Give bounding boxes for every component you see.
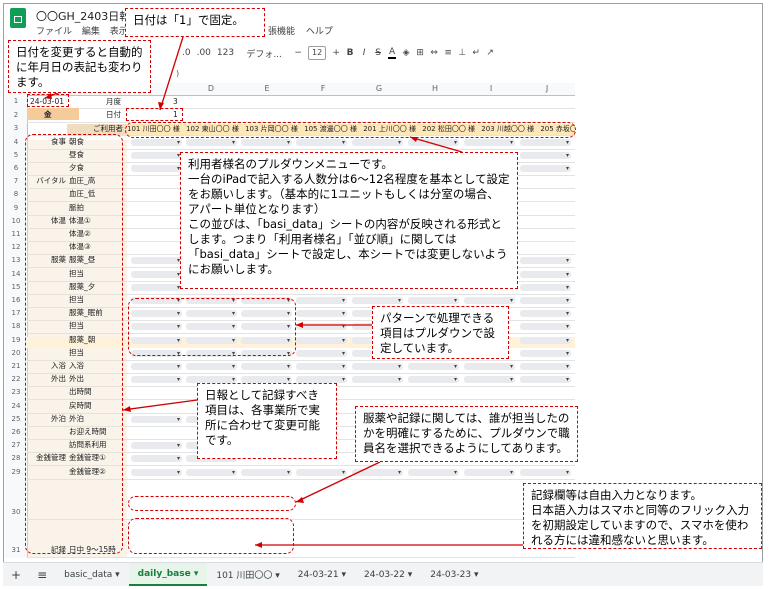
arrowhead (123, 406, 131, 412)
arrowhead (45, 93, 52, 99)
callout-items: 日報として記録すべき項目は、各事業所で実所に合わせて変更可能です。 (197, 383, 337, 459)
tab-101-kawata[interactable]: 101 川田〇〇 ▾ (207, 568, 288, 581)
arrow-users (409, 136, 463, 153)
tab-basic-data[interactable]: basic_data ▾ (55, 570, 129, 580)
arrowhead (410, 137, 418, 142)
add-sheet-button[interactable]: + (3, 568, 29, 582)
tab-daily-base[interactable]: daily_base ▾ (128, 563, 208, 586)
arrowhead (296, 497, 304, 503)
tab-24-03-21[interactable]: 24-03-21 ▾ (289, 570, 355, 580)
arrow-staff (295, 461, 381, 503)
tab-24-03-23[interactable]: 24-03-23 ▾ (421, 570, 487, 580)
callout-date-change: 日付を変更すると自動的に年月日の表記も変わります。 (8, 40, 151, 93)
callout-user-pulldown: 利用者様名のプルダウンメニューです。 一台のiPadで記入する人数分は6～12名… (180, 152, 518, 289)
arrow-date-fixed (159, 36, 184, 111)
callout-staff: 服薬や記録に関しては、誰が担当したのかを明確にするために、プルダウンで職員名を選… (355, 406, 578, 462)
arrowhead (296, 322, 303, 328)
callout-pattern: パターンで処理できる項目はプルダウンで設定しています。 (372, 306, 509, 359)
sheet-tab-bar: + ≡ basic_data ▾ daily_base ▾ 101 川田〇〇 ▾… (3, 562, 763, 586)
all-sheets-menu-button[interactable]: ≡ (29, 568, 55, 582)
arrowhead (255, 542, 262, 548)
tab-24-03-22[interactable]: 24-03-22 ▾ (355, 570, 421, 580)
arrow-items (122, 399, 198, 411)
callout-free-input: 記録欄等は自由入力となります。 日本語入力はスマホと同等のフリック入力を初期設定… (523, 483, 762, 549)
callout-date-fixed: 日付は「1」で固定。 (125, 8, 265, 37)
